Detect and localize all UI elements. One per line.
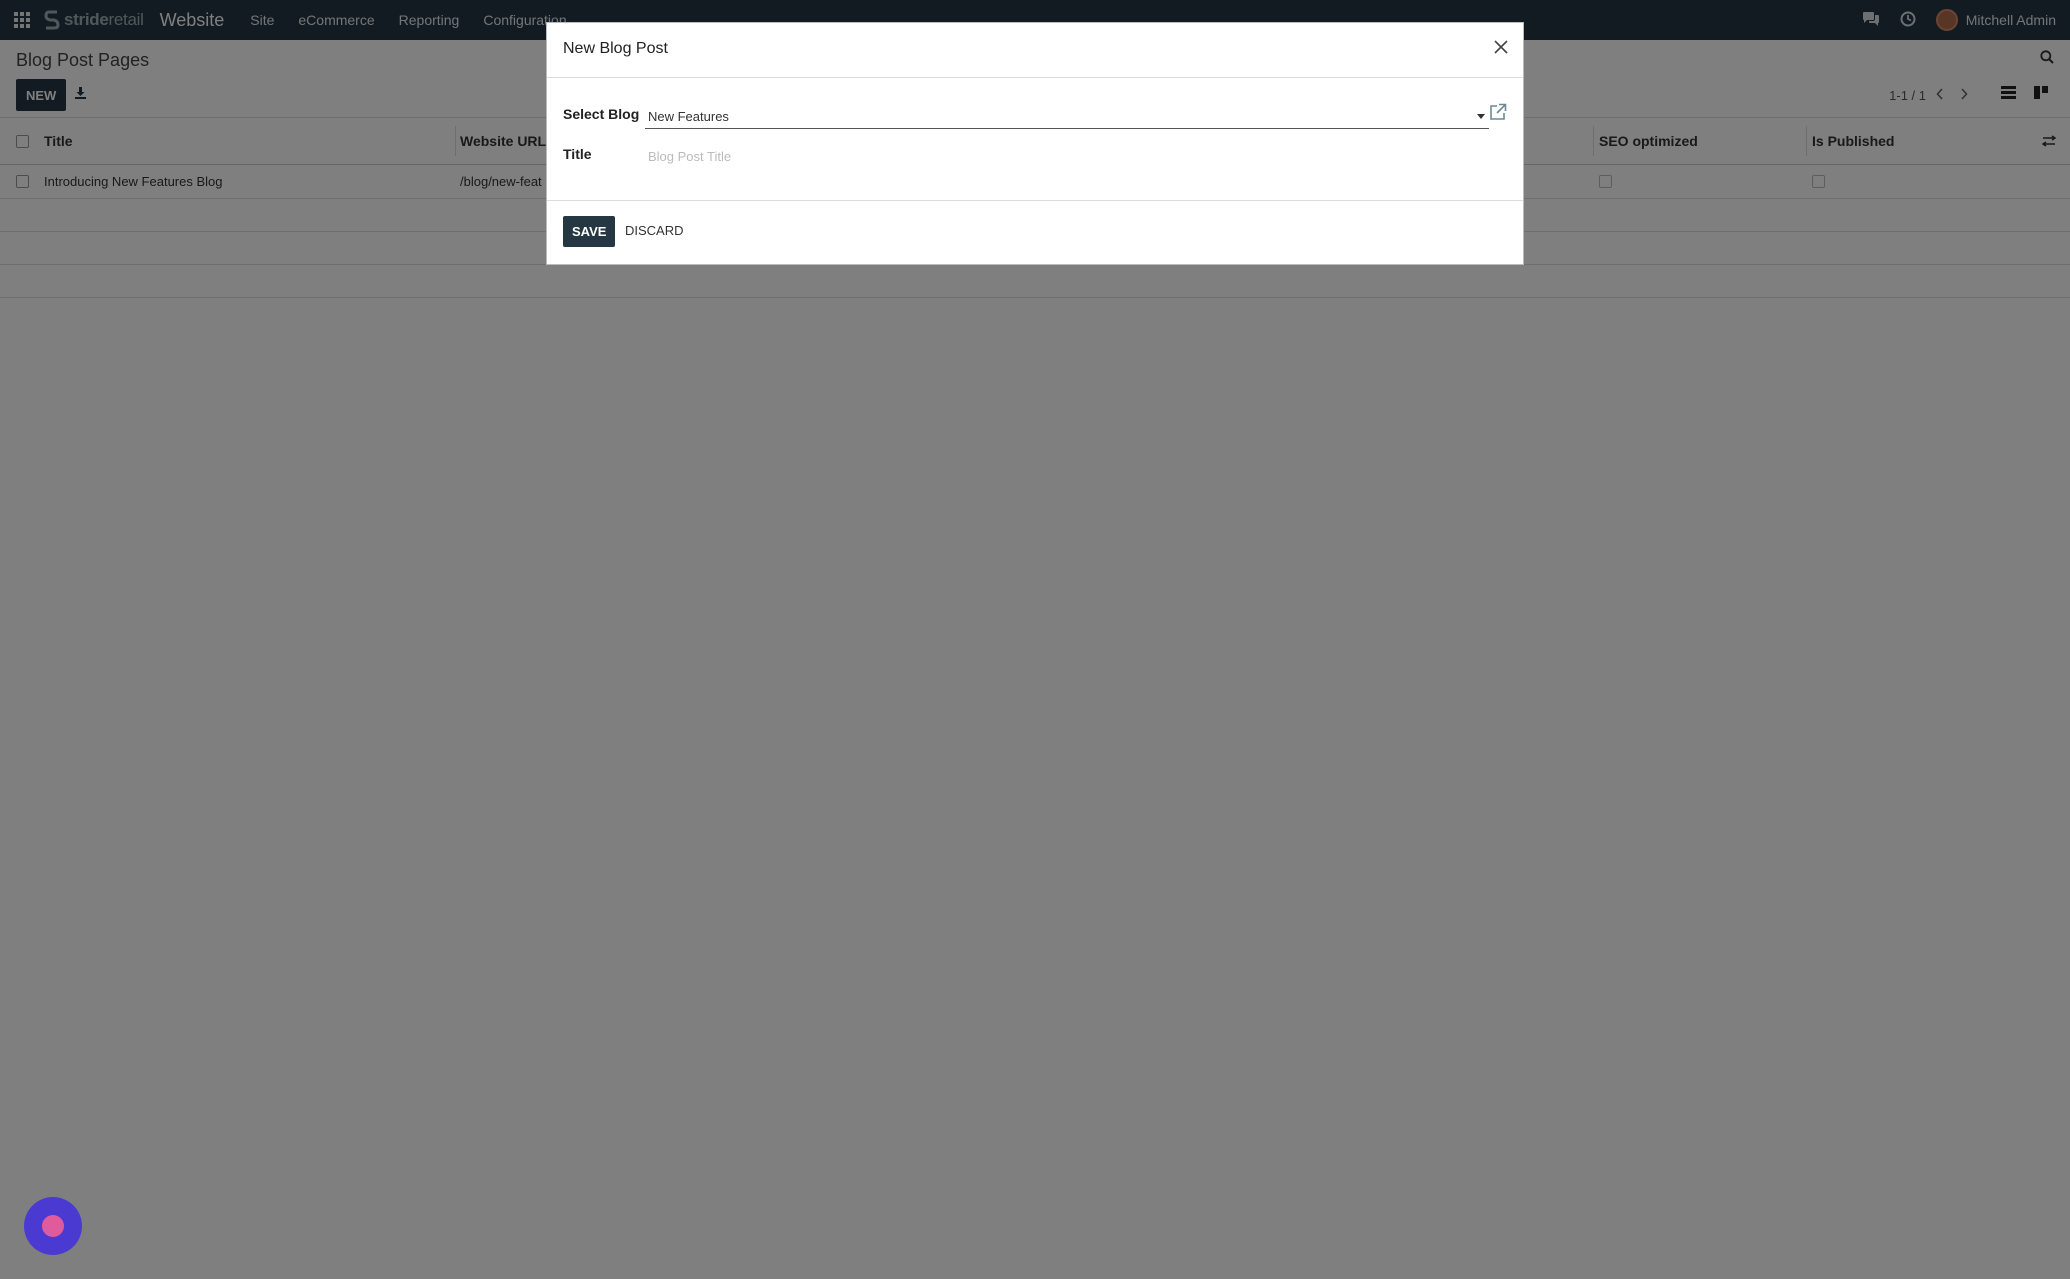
select-blog-dropdown[interactable]: New Features	[645, 105, 1489, 129]
discard-button[interactable]: DISCARD	[625, 223, 684, 238]
title-label: Title	[563, 146, 592, 162]
save-button[interactable]: SAVE	[563, 216, 616, 247]
livechat-dot-icon	[42, 1215, 64, 1237]
blog-post-title-input[interactable]	[645, 144, 1489, 168]
chevron-down-icon	[1477, 114, 1485, 119]
dialog-title: New Blog Post	[563, 40, 668, 57]
close-icon[interactable]	[1493, 39, 1509, 58]
livechat-bubble[interactable]	[24, 1197, 82, 1255]
new-blog-post-dialog: New Blog Post Select Blog New Features T…	[546, 22, 1524, 265]
select-blog-label: Select Blog	[563, 106, 640, 122]
select-blog-value: New Features	[648, 109, 729, 124]
external-link-icon[interactable]	[1489, 103, 1507, 124]
